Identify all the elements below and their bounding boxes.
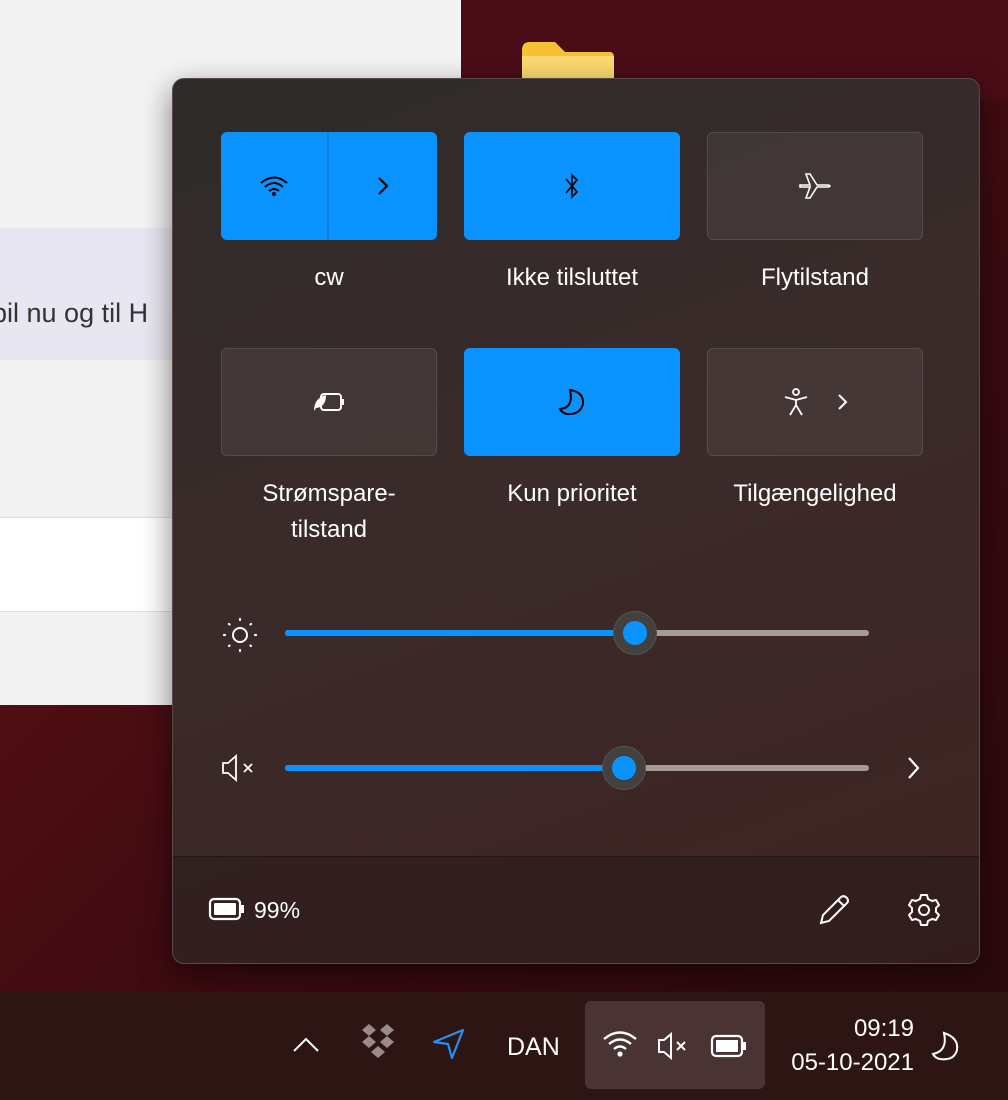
battery-saver-label-line1: Strømspare- bbox=[262, 480, 396, 507]
wifi-label: cw bbox=[314, 264, 344, 291]
battery-saver-icon bbox=[314, 393, 344, 411]
clock[interactable]: 09:19 05-10-2021 bbox=[770, 1012, 914, 1080]
bluetooth-label: Ikke tilsluttet bbox=[505, 264, 639, 291]
wifi-expand-button[interactable] bbox=[329, 132, 437, 240]
airplane-mode-tile[interactable] bbox=[707, 132, 923, 240]
volume-muted-icon bbox=[658, 1031, 686, 1061]
bluetooth-tile[interactable] bbox=[464, 132, 680, 240]
accessibility-label: Tilgængelighed bbox=[733, 480, 897, 507]
bluetooth-icon bbox=[565, 173, 579, 199]
date: 05-10-2021 bbox=[791, 1049, 914, 1076]
battery-saver-tile[interactable] bbox=[221, 348, 437, 456]
language-indicator[interactable]: DAN bbox=[507, 1033, 560, 1062]
focus-assist-label: Kun prioritet bbox=[507, 480, 637, 507]
airplane-icon bbox=[799, 173, 831, 199]
volume-fill bbox=[285, 765, 624, 771]
focus-assist-tile[interactable] bbox=[464, 348, 680, 456]
volume-thumb[interactable] bbox=[601, 746, 646, 790]
volume-slider[interactable] bbox=[285, 746, 869, 790]
system-tray-button[interactable] bbox=[585, 1001, 765, 1089]
wifi-icon bbox=[260, 176, 288, 196]
quick-settings-panel: cw Ikke tilsluttet Flytilstand Strømspar… bbox=[172, 78, 980, 964]
focus-assist-moon-icon[interactable] bbox=[930, 1030, 964, 1064]
battery-saver-label-line2: tilstand bbox=[290, 516, 368, 543]
settings-gear-icon[interactable] bbox=[906, 892, 942, 928]
battery-icon bbox=[710, 1034, 746, 1058]
chevron-right-icon bbox=[838, 394, 848, 410]
chevron-up-icon[interactable] bbox=[292, 1036, 320, 1054]
audio-output-chevron-icon[interactable] bbox=[905, 755, 921, 781]
airplane-label: Flytilstand bbox=[760, 264, 870, 291]
moon-icon bbox=[558, 388, 585, 416]
brightness-thumb[interactable] bbox=[613, 611, 658, 655]
taskbar: DAN 09:19 05-10-2021 bbox=[0, 992, 1008, 1100]
accessibility-icon bbox=[784, 388, 808, 416]
accessibility-tile[interactable] bbox=[707, 348, 923, 456]
battery-percentage: 99% bbox=[254, 897, 301, 923]
volume-muted-icon bbox=[222, 754, 253, 782]
wifi-icon bbox=[603, 1031, 637, 1057]
edit-pencil-icon[interactable] bbox=[817, 893, 851, 927]
battery-saver-label: Strømspare-tilstand bbox=[199, 476, 459, 548]
brightness-fill bbox=[285, 630, 636, 636]
wifi-toggle[interactable] bbox=[221, 132, 327, 240]
brightness-slider[interactable] bbox=[285, 611, 869, 655]
battery-icon bbox=[208, 897, 244, 921]
wifi-tile[interactable] bbox=[221, 132, 437, 240]
location-icon[interactable] bbox=[430, 1022, 468, 1062]
chevron-right-icon bbox=[378, 177, 389, 195]
dropbox-icon[interactable] bbox=[359, 1022, 397, 1060]
panel-footer: 99% bbox=[173, 856, 979, 963]
time: 09:19 bbox=[853, 1015, 914, 1042]
brightness-icon bbox=[222, 617, 258, 653]
